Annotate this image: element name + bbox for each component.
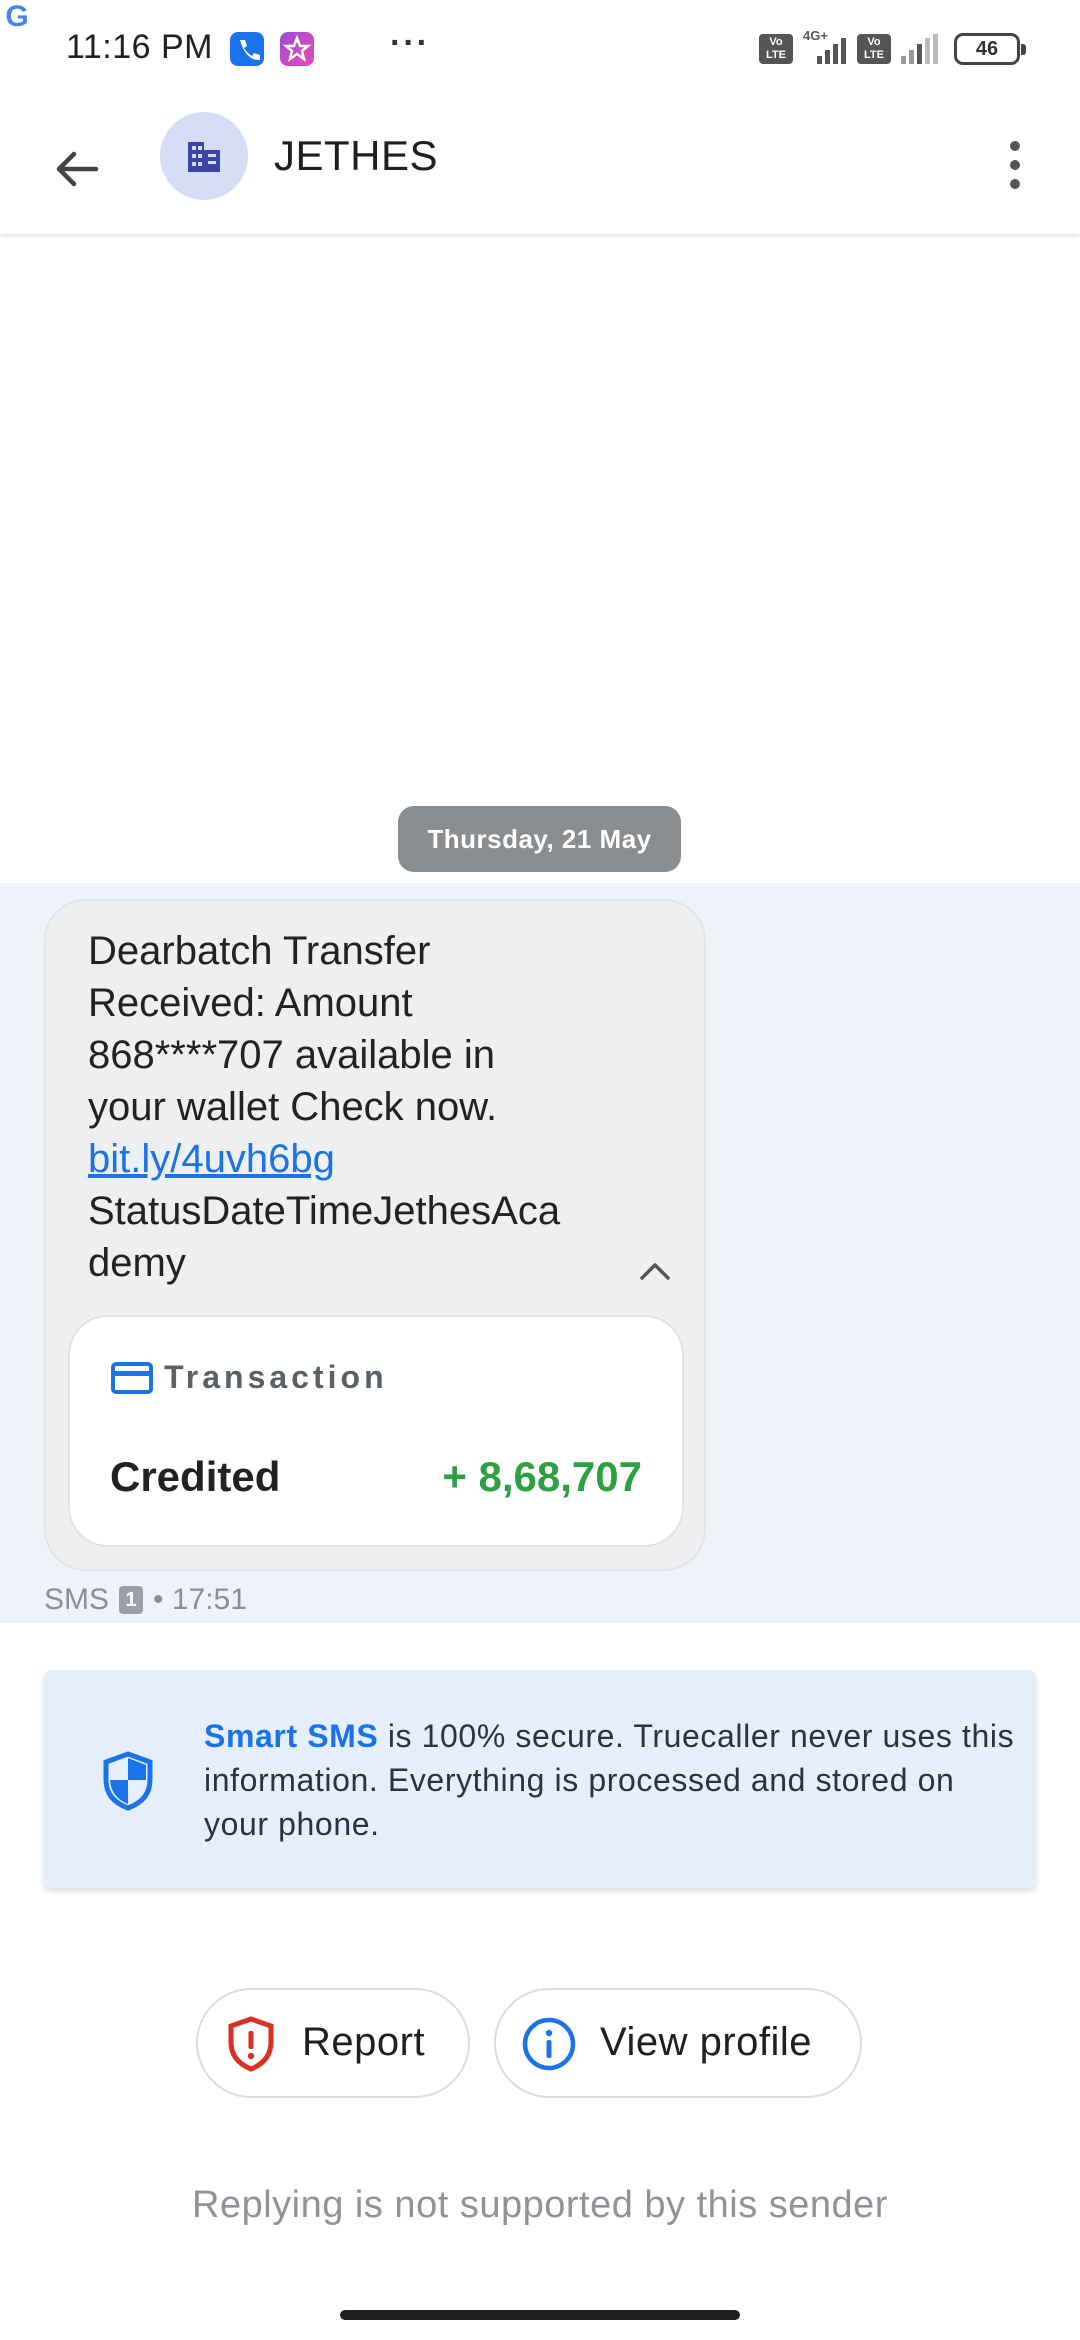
info-icon (522, 2017, 576, 2071)
signal-icon: 4G+ (803, 28, 847, 64)
status-indicators: Vo LTE 4G+ Vo LTE 46 (759, 28, 1026, 68)
report-shield-icon (228, 2016, 274, 2072)
more-vert-icon (1010, 141, 1020, 151)
volte-icon-sim2: Vo LTE (857, 34, 891, 64)
battery-icon: 46 (954, 33, 1026, 65)
view-profile-button[interactable]: View profile (494, 1988, 862, 2098)
message-meta: SMS 1 • 17:51 (44, 1583, 247, 1617)
report-button[interactable]: Report (196, 1988, 470, 2098)
view-profile-label: View profile (600, 2020, 813, 2064)
status-time: 11:16 PM (66, 28, 214, 66)
message-line: 868****707 available in (88, 1033, 495, 1077)
collapse-button[interactable] (630, 1251, 680, 1291)
network-type-label: 4G+ (803, 28, 828, 43)
building-icon (188, 142, 220, 172)
message-list: Dearbatch Transfer Received: Amount 868*… (0, 883, 1080, 1623)
overflow-menu-button[interactable] (990, 130, 1040, 200)
transaction-card[interactable]: Transaction Credited + 8,68,707 (68, 1315, 684, 1547)
secure-notice-text: Smart SMS is 100% secure. Truecaller nev… (204, 1714, 1024, 1846)
message-line: demy (88, 1241, 186, 1285)
transaction-title: Transaction (164, 1359, 388, 1395)
message-time: • 17:51 (153, 1583, 247, 1616)
transaction-header: Transaction (110, 1359, 388, 1396)
message-body: Dearbatch Transfer Received: Amount 868*… (88, 925, 648, 1289)
message-line: StatusDateTimeJethesAca (88, 1189, 561, 1233)
shield-icon (103, 1751, 153, 1811)
message-line: Dearbatch Transfer (88, 929, 431, 973)
contact-name[interactable]: JETHES (274, 132, 438, 180)
signal-icon-sim2 (901, 34, 938, 64)
report-label: Report (302, 2020, 426, 2064)
smart-sms-label: Smart SMS (204, 1718, 379, 1754)
message-type: SMS (44, 1583, 110, 1616)
status-bar: 11:16 PM G ··· Vo LTE 4G+ Vo LTE 46 (0, 0, 1080, 96)
star-app-icon (280, 32, 314, 66)
conversation-app-bar: JETHES (0, 100, 1080, 234)
message-link[interactable]: bit.ly/4uvh6bg (88, 1133, 648, 1185)
sim-badge-icon: 1 (119, 1586, 144, 1614)
credit-card-icon (111, 1361, 153, 1394)
message-bubble[interactable]: Dearbatch Transfer Received: Amount 868*… (44, 899, 706, 1571)
google-icon: G (5, 0, 29, 33)
transaction-amount: + 8,68,707 (442, 1453, 642, 1500)
more-notifications-icon: ··· (390, 24, 430, 62)
message-line: your wallet Check now. (88, 1085, 498, 1129)
home-indicator[interactable] (340, 2310, 740, 2320)
volte-icon: Vo LTE (759, 34, 793, 64)
transaction-type: Credited (110, 1453, 281, 1500)
secure-notice-card: Smart SMS is 100% secure. Truecaller nev… (44, 1670, 1036, 1888)
chevron-up-icon (640, 1263, 670, 1280)
reply-not-supported-note: Replying is not supported by this sender (192, 2184, 888, 2226)
avatar[interactable] (160, 112, 248, 200)
message-line: Received: Amount (88, 981, 413, 1025)
arrow-back-icon (56, 151, 99, 187)
date-divider: Thursday, 21 May (398, 806, 681, 872)
phone-app-icon (230, 32, 264, 66)
back-button[interactable] (44, 136, 110, 202)
